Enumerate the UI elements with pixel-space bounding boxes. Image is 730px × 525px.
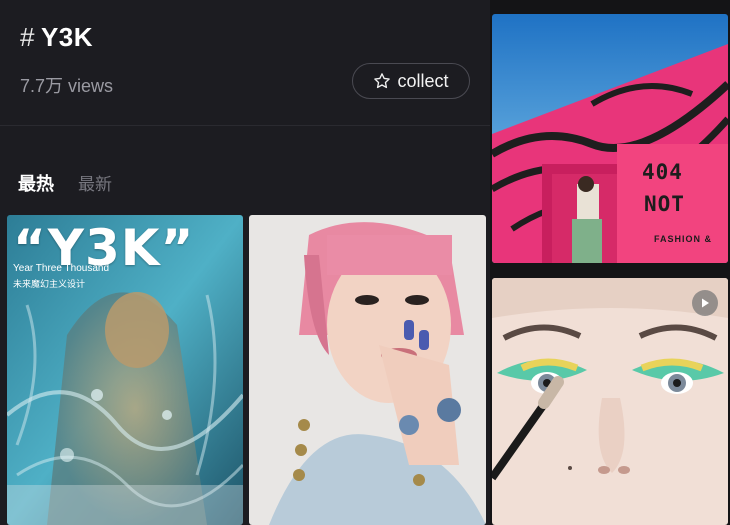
topic-panel: # Y3K 7.7万 views collect 最热 最新 “Y3K” Yea… (0, 0, 490, 525)
collect-label: collect (397, 70, 449, 91)
tab-hottest[interactable]: 最热 (18, 170, 54, 196)
sign-text-not: NOT (644, 192, 685, 216)
collect-button[interactable]: collect (352, 63, 470, 99)
post-image (492, 14, 728, 263)
topic-title: # Y3K (20, 22, 93, 53)
post-card-portrait[interactable] (249, 215, 486, 525)
tab-latest[interactable]: 最新 (78, 170, 112, 195)
hashtag-icon: # (20, 22, 35, 52)
post-image (249, 215, 486, 525)
play-icon[interactable] (692, 290, 718, 316)
topic-name: Y3K (40, 22, 94, 52)
sign-text-404: 404 (642, 160, 683, 184)
post-card-y3k-cover[interactable]: “Y3K” Year Three Thousand 未来魔幻主义设计 (7, 215, 243, 525)
post-card-pink-building[interactable]: 404 NOT FASHION & (492, 14, 728, 263)
post-image (492, 278, 728, 525)
sort-tabs: 最热 最新 (18, 170, 112, 196)
star-outline-icon (373, 72, 391, 90)
post-overlay-caption: 未来魔幻主义设计 (13, 279, 86, 289)
view-count: 7.7万 views (20, 76, 114, 96)
post-card-makeup-video[interactable] (492, 278, 728, 525)
sign-text-fashion: FASHION & (654, 234, 713, 244)
post-overlay-subtitle: Year Three Thousand (13, 263, 110, 274)
header-divider (0, 125, 490, 126)
